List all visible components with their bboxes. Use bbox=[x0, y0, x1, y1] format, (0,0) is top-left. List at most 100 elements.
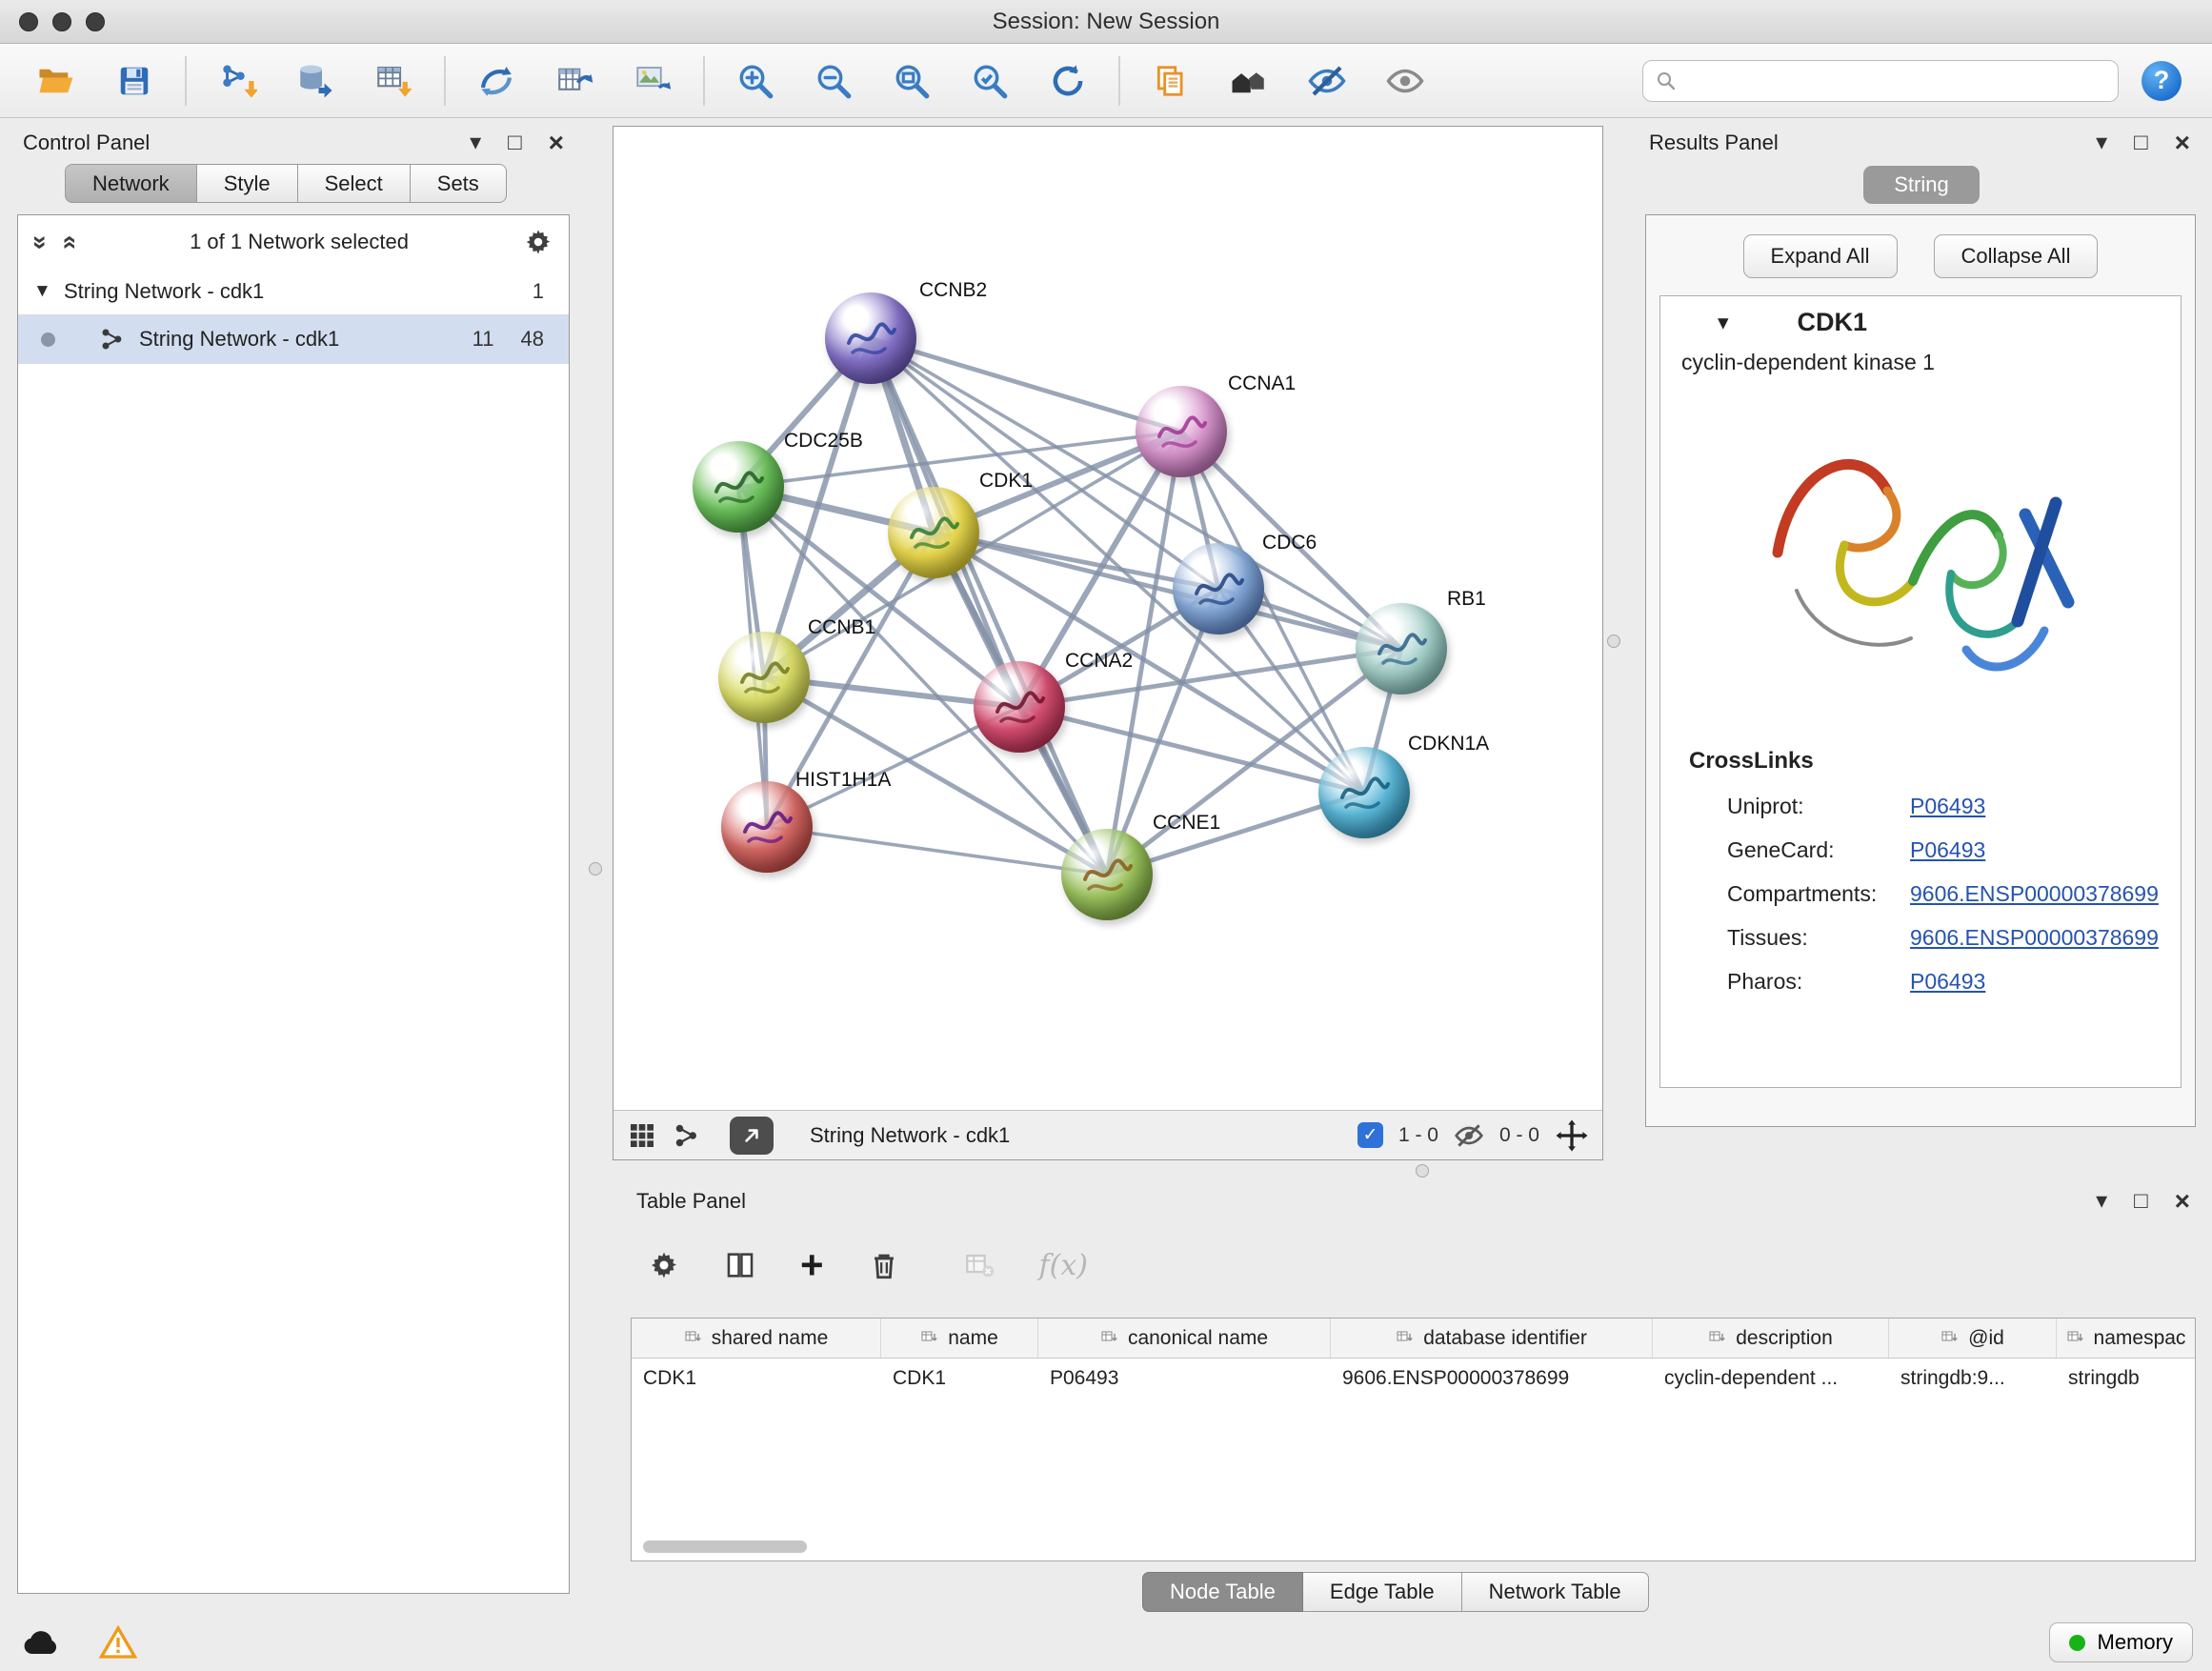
collection-expander-icon[interactable]: ▼ bbox=[33, 281, 64, 302]
crosslink-compartments-link[interactable]: 9606.ENSP00000378699 bbox=[1910, 881, 2159, 907]
column-header[interactable]: description bbox=[1653, 1319, 1889, 1358]
pan-mode-button[interactable] bbox=[1555, 1118, 1589, 1153]
network-row-selected[interactable]: String Network - cdk1 11 48 bbox=[18, 314, 569, 364]
expand-all-icon[interactable]: » bbox=[53, 234, 83, 249]
new-network-button[interactable] bbox=[473, 53, 520, 109]
expand-all-button[interactable]: Expand All bbox=[1743, 234, 1898, 278]
copy-button[interactable] bbox=[1147, 53, 1195, 109]
results-panel-float-icon[interactable]: □ bbox=[2134, 131, 2148, 154]
grid-view-button[interactable] bbox=[627, 1120, 657, 1151]
save-session-button[interactable] bbox=[111, 53, 158, 109]
table-row[interactable]: CDK1 CDK1 P06493 9606.ENSP00000378699 cy… bbox=[632, 1359, 2195, 1399]
network-node-rb1[interactable] bbox=[1356, 603, 1447, 695]
show-hidden-button[interactable] bbox=[1381, 53, 1429, 109]
search-input[interactable] bbox=[1687, 70, 2106, 92]
table-panel-float-icon[interactable]: □ bbox=[2134, 1190, 2148, 1213]
network-edge[interactable] bbox=[767, 827, 1107, 875]
export-image-button[interactable] bbox=[629, 53, 676, 109]
tab-edge-table[interactable]: Edge Table bbox=[1303, 1572, 1462, 1612]
toolbar-separator bbox=[1118, 56, 1120, 106]
import-table-button[interactable] bbox=[370, 53, 417, 109]
search-box[interactable] bbox=[1642, 60, 2119, 102]
network-canvas[interactable]: CCNB2CCNA1CDC25BCDK1CDC6RB1CCNB1CCNA2CDK… bbox=[613, 127, 1602, 1110]
network-node-ccne1[interactable] bbox=[1061, 829, 1153, 920]
network-collection-row[interactable]: ▼ String Network - cdk1 1 bbox=[18, 269, 569, 314]
zoom-fit-button[interactable] bbox=[888, 53, 935, 109]
tab-network-table[interactable]: Network Table bbox=[1462, 1572, 1649, 1612]
table-panel-close-icon[interactable]: × bbox=[2175, 1188, 2190, 1215]
column-header[interactable]: @id bbox=[1889, 1319, 2057, 1358]
export-network-button[interactable] bbox=[551, 53, 598, 109]
bottom-splitter-handle[interactable] bbox=[1416, 1164, 1429, 1178]
open-session-button[interactable] bbox=[32, 53, 80, 109]
zoom-out-button[interactable] bbox=[810, 53, 857, 109]
column-header[interactable]: namespac bbox=[2057, 1319, 2195, 1358]
control-panel-close-icon[interactable]: × bbox=[549, 130, 564, 156]
add-column-button[interactable]: + bbox=[800, 1245, 824, 1285]
network-node-ccnb1[interactable] bbox=[718, 632, 810, 723]
crosslink-pharos-link[interactable]: P06493 bbox=[1910, 969, 1985, 995]
network-node-ccna1[interactable] bbox=[1136, 386, 1227, 477]
right-splitter-handle[interactable] bbox=[1607, 634, 1620, 648]
gene-header[interactable]: ▾ CDK1 bbox=[1660, 296, 2181, 348]
table-panel-menu-icon[interactable]: ▾ bbox=[2096, 1190, 2107, 1213]
delete-table-button[interactable] bbox=[963, 1249, 995, 1281]
crosslink-tissues-link[interactable]: 9606.ENSP00000378699 bbox=[1910, 925, 2159, 951]
tab-style[interactable]: Style bbox=[197, 164, 298, 203]
network-overview-button[interactable] bbox=[673, 1121, 701, 1150]
column-header[interactable]: name bbox=[881, 1319, 1038, 1358]
refresh-icon bbox=[1048, 61, 1088, 101]
show-columns-button[interactable] bbox=[724, 1249, 756, 1281]
delete-column-button[interactable] bbox=[868, 1249, 900, 1281]
tab-sets[interactable]: Sets bbox=[411, 164, 507, 203]
zoom-in-button[interactable] bbox=[732, 53, 779, 109]
hide-selected-button[interactable] bbox=[1303, 53, 1351, 109]
selected-checkbox[interactable]: ✓ bbox=[1357, 1122, 1383, 1148]
crosslink-uniprot-link[interactable]: P06493 bbox=[1910, 794, 1985, 819]
table-options-button[interactable] bbox=[648, 1249, 680, 1281]
detach-view-button[interactable] bbox=[730, 1117, 774, 1155]
refresh-button[interactable] bbox=[1044, 53, 1092, 109]
collapse-all-icon[interactable]: » bbox=[26, 234, 55, 249]
network-node-cdc6[interactable] bbox=[1173, 543, 1264, 634]
column-header[interactable]: shared name bbox=[632, 1319, 881, 1358]
import-network-from-database-button[interactable] bbox=[292, 53, 339, 109]
control-panel-menu-icon[interactable]: ▾ bbox=[470, 131, 481, 154]
columns-icon bbox=[724, 1249, 756, 1281]
results-panel-menu-icon[interactable]: ▾ bbox=[2096, 131, 2107, 154]
close-window-button[interactable] bbox=[19, 12, 38, 31]
network-node-cdkn1a[interactable] bbox=[1318, 747, 1410, 838]
warnings-button[interactable] bbox=[99, 1623, 137, 1661]
tab-node-table[interactable]: Node Table bbox=[1142, 1572, 1303, 1612]
minimize-window-button[interactable] bbox=[52, 12, 71, 31]
column-header[interactable]: canonical name bbox=[1038, 1319, 1331, 1358]
string-tab[interactable]: String bbox=[1863, 166, 1979, 204]
network-node-ccnb2[interactable] bbox=[825, 292, 916, 384]
cell-namespace: stringdb bbox=[2057, 1359, 2195, 1399]
zoom-window-button[interactable] bbox=[86, 12, 105, 31]
control-panel-float-icon[interactable]: □ bbox=[508, 131, 522, 154]
horizontal-scrollbar[interactable] bbox=[643, 1540, 807, 1553]
memory-button[interactable]: Memory bbox=[2049, 1622, 2193, 1662]
network-node-hist1h1a[interactable] bbox=[721, 781, 813, 873]
network-edge[interactable] bbox=[871, 338, 1181, 432]
cloud-status-button[interactable] bbox=[19, 1627, 63, 1659]
network-node-cdc25b[interactable] bbox=[693, 441, 784, 533]
results-panel-close-icon[interactable]: × bbox=[2175, 130, 2190, 156]
home-button[interactable] bbox=[1225, 53, 1273, 109]
function-builder-button[interactable]: f(x) bbox=[1039, 1249, 1088, 1282]
zoom-selected-button[interactable] bbox=[966, 53, 1014, 109]
help-button[interactable]: ? bbox=[2142, 61, 2182, 101]
left-splitter-handle[interactable] bbox=[589, 862, 602, 876]
collapse-all-button[interactable]: Collapse All bbox=[1934, 234, 2099, 278]
tab-select[interactable]: Select bbox=[298, 164, 411, 203]
network-options-button[interactable] bbox=[523, 227, 553, 257]
column-header[interactable]: database identifier bbox=[1331, 1319, 1653, 1358]
tab-network[interactable]: Network bbox=[65, 164, 197, 203]
gene-collapse-icon[interactable]: ▾ bbox=[1718, 310, 1729, 335]
network-node-ccna2[interactable] bbox=[974, 661, 1065, 753]
crosslink-genecard-link[interactable]: P06493 bbox=[1910, 837, 1985, 863]
network-edge[interactable] bbox=[871, 338, 1107, 875]
import-network-from-file-button[interactable] bbox=[213, 53, 261, 109]
network-node-cdk1[interactable] bbox=[888, 487, 979, 578]
